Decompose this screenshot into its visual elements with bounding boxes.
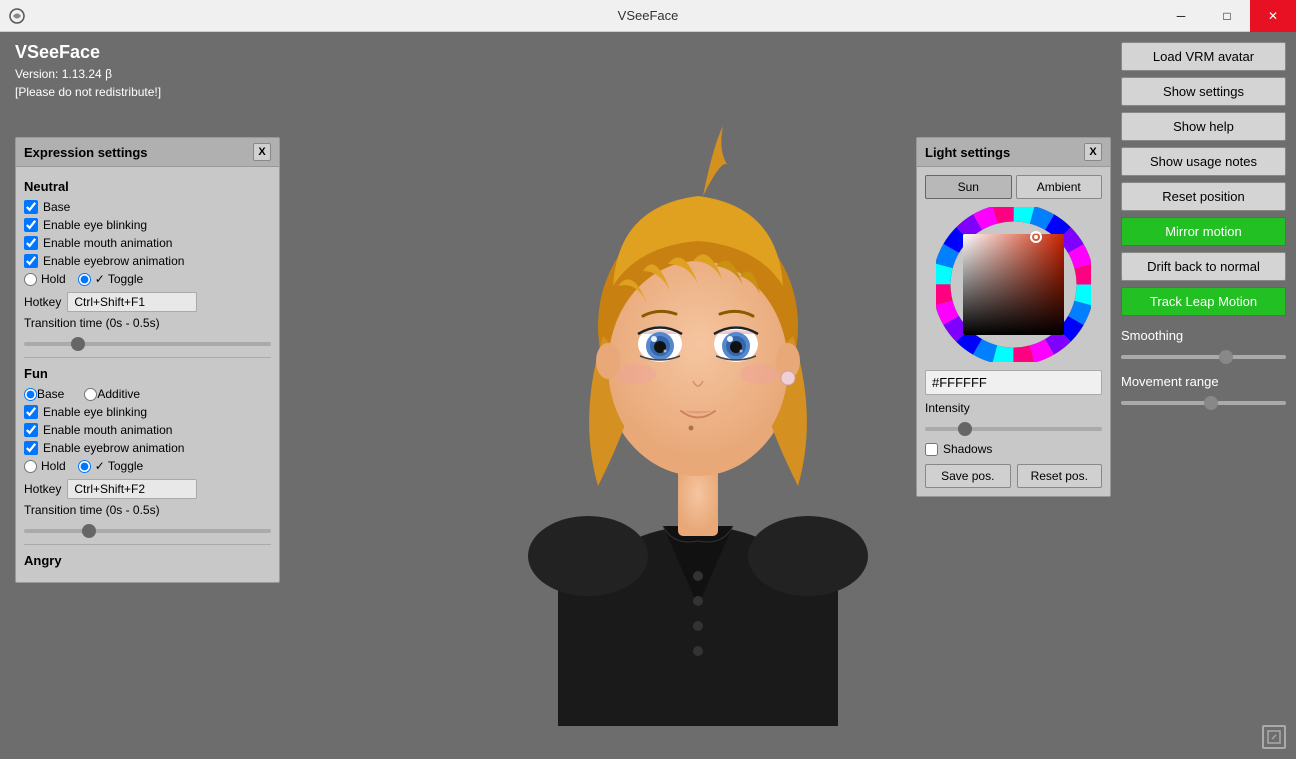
fun-eye-blink-checkbox[interactable] [24,405,38,419]
load-vrm-button[interactable]: Load VRM avatar [1121,42,1286,71]
light-panel: Light settings X Sun Ambient [916,137,1111,497]
section-divider-2 [24,544,271,545]
neutral-transition-slider[interactable] [24,342,271,346]
fun-mouth-row: Enable mouth animation [24,423,271,437]
fun-hold-radio[interactable] [24,460,37,473]
shadows-label: Shadows [943,442,992,456]
fun-hotkey-row: Hotkey [24,479,271,499]
fun-base-radio[interactable] [24,388,37,401]
light-panel-body: Sun Ambient [917,167,1110,496]
right-panel: Load VRM avatar Show settings Show help … [1121,42,1286,408]
expression-panel-header: Expression settings X [16,138,279,167]
neutral-slider-container [24,334,271,349]
mirror-motion-button[interactable]: Mirror motion [1121,217,1286,246]
intensity-slider[interactable] [925,427,1102,431]
neutral-base-row: Base [24,200,271,214]
window-title: VSeeFace [618,8,679,23]
neutral-section-label: Neutral [24,179,271,194]
light-tab-row: Sun Ambient [925,175,1102,199]
window-controls: ─ □ ✕ [1158,0,1296,32]
light-panel-close[interactable]: X [1084,143,1102,161]
neutral-eyebrow-checkbox[interactable] [24,254,38,268]
neutral-eyebrow-row: Enable eyebrow animation [24,254,271,268]
neutral-hold-radio[interactable] [24,273,37,286]
fun-additive-radio[interactable] [84,388,97,401]
app-title-area: VSeeFace Version: 1.13.24 β [Please do n… [15,42,161,99]
neutral-hotkey-row: Hotkey [24,292,271,312]
close-button[interactable]: ✕ [1250,0,1296,32]
app-name: VSeeFace [15,42,161,63]
show-usage-notes-button[interactable]: Show usage notes [1121,147,1286,176]
expression-panel-close[interactable]: X [253,143,271,161]
resize-icon [1267,730,1281,744]
app-icon [8,7,26,25]
app-version: Version: 1.13.24 β [15,67,161,81]
color-wheel-container [925,207,1102,362]
color-wheel-svg [936,207,1091,362]
expression-panel-title: Expression settings [24,145,148,160]
main-content: VSeeFace Version: 1.13.24 β [Please do n… [0,32,1296,759]
maximize-button[interactable]: □ [1204,0,1250,32]
fun-eyebrow-row: Enable eyebrow animation [24,441,271,455]
shadows-row: Shadows [925,442,1102,456]
show-help-button[interactable]: Show help [1121,112,1286,141]
neutral-hotkey-input[interactable] [67,292,197,312]
neutral-eye-blink-checkbox[interactable] [24,218,38,232]
neutral-eye-blink-row: Enable eye blinking [24,218,271,232]
bottom-right-icon[interactable] [1262,725,1286,749]
neutral-base-checkbox[interactable] [24,200,38,214]
light-panel-header: Light settings X [917,138,1110,167]
avatar-svg [488,66,908,726]
color-hex-input[interactable]: #FFFFFF [925,370,1102,395]
show-settings-button[interactable]: Show settings [1121,77,1286,106]
neutral-hold-toggle-row: Hold ✓ Toggle [24,272,271,286]
fun-section-label: Fun [24,366,271,381]
intensity-slider-container [925,419,1102,434]
sun-tab[interactable]: Sun [925,175,1012,199]
intensity-label: Intensity [925,401,1102,415]
movement-range-section: Movement range [1121,374,1286,408]
redistribution-notice: [Please do not redistribute!] [15,85,161,99]
light-panel-title: Light settings [925,145,1010,160]
reset-position-button[interactable]: Reset position [1121,182,1286,211]
angry-section-label: Angry [24,553,271,568]
smoothing-slider[interactable] [1121,355,1286,359]
shadows-checkbox[interactable] [925,443,938,456]
fun-transition-slider[interactable] [24,529,271,533]
fun-type-row: Base Additive [24,387,271,401]
titlebar: VSeeFace ─ □ ✕ [0,0,1296,32]
fun-mouth-checkbox[interactable] [24,423,38,437]
expression-panel: Expression settings X Neutral Base Enabl… [15,137,280,583]
neutral-transition-label: Transition time (0s - 0.5s) [24,316,271,330]
fun-slider-container [24,521,271,536]
expression-panel-body: Neutral Base Enable eye blinking Enable … [16,167,279,582]
ambient-tab[interactable]: Ambient [1016,175,1103,199]
fun-hold-toggle-row: Hold ✓ Toggle [24,459,271,473]
save-pos-button[interactable]: Save pos. [925,464,1011,488]
fun-eye-blink-row: Enable eye blinking [24,405,271,419]
drift-back-button[interactable]: Drift back to normal [1121,252,1286,281]
fun-toggle-radio[interactable] [78,460,91,473]
fun-transition-label: Transition time (0s - 0.5s) [24,503,271,517]
movement-range-label: Movement range [1121,374,1286,389]
smoothing-label: Smoothing [1121,328,1286,343]
reset-pos-button[interactable]: Reset pos. [1017,464,1103,488]
track-leap-button[interactable]: Track Leap Motion [1121,287,1286,316]
neutral-mouth-row: Enable mouth animation [24,236,271,250]
light-btn-row: Save pos. Reset pos. [925,464,1102,488]
minimize-button[interactable]: ─ [1158,0,1204,32]
section-divider-1 [24,357,271,358]
fun-eyebrow-checkbox[interactable] [24,441,38,455]
neutral-toggle-radio[interactable] [78,273,91,286]
fun-hotkey-input[interactable] [67,479,197,499]
movement-range-slider[interactable] [1121,401,1286,405]
smoothing-section: Smoothing [1121,328,1286,362]
neutral-mouth-checkbox[interactable] [24,236,38,250]
